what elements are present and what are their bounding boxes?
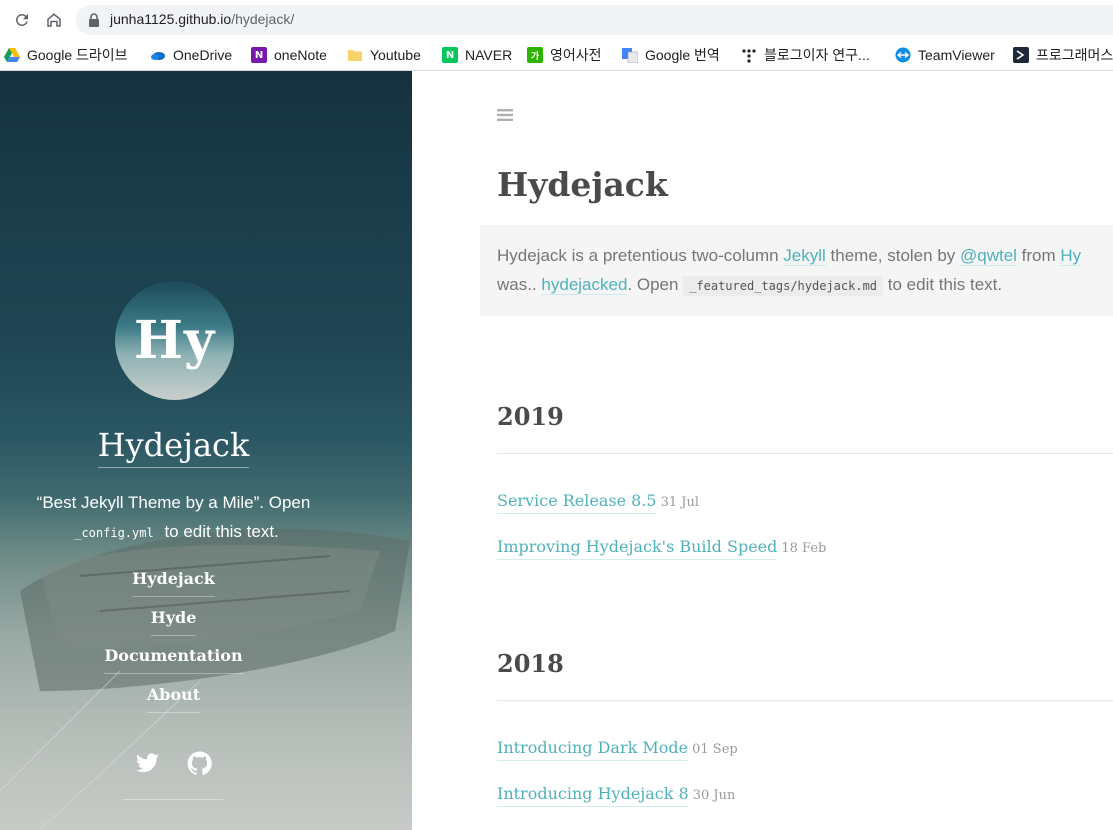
bookmark-label: OneDrive xyxy=(173,47,233,63)
bookmark-onedrive[interactable]: OneDrive xyxy=(150,44,232,66)
bookmark-naver[interactable]: N NAVER xyxy=(442,44,512,66)
bookmarks-bar: Google 드라이브 OneDrive N oneNote Youtube N… xyxy=(0,40,1113,71)
programmers-icon xyxy=(1013,47,1029,63)
bookmark-label: 프로그래머스 xyxy=(1036,47,1113,63)
dots-icon xyxy=(741,47,757,63)
bookmark-programmers[interactable]: 프로그래머스 xyxy=(1013,44,1113,66)
post-date: 30 Jun xyxy=(692,788,736,803)
year-divider xyxy=(497,453,1113,454)
dictionary-icon: 가 xyxy=(527,47,543,63)
post-date: 18 Feb xyxy=(781,541,827,556)
post-link[interactable]: Introducing Hydejack 8 xyxy=(497,784,689,807)
tagline-code: _config.yml xyxy=(74,526,154,540)
onenote-badge: N xyxy=(251,47,267,63)
bookmark-label: NAVER xyxy=(465,47,513,63)
bookmark-label: Youtube xyxy=(370,47,421,63)
naver-icon: N xyxy=(442,47,458,63)
lock-icon xyxy=(89,13,99,27)
bookmark-label: oneNote xyxy=(274,47,327,63)
post-link[interactable]: Service Release 8.5 xyxy=(497,491,657,514)
main-content: Hydejack Hydejack is a pretentious two-c… xyxy=(412,71,1113,830)
menu-icon[interactable] xyxy=(497,109,513,121)
bookmark-label: 블로그이자 연구... xyxy=(764,47,870,63)
year-heading-2019: 2019 xyxy=(497,402,564,431)
post-item: Introducing Hydejack 8 30 Jun xyxy=(497,784,736,807)
site-title[interactable]: Hydejack xyxy=(0,426,347,468)
tagline-text: “Best Jekyll Theme by a Mile”. Open xyxy=(36,493,311,512)
site-tagline: “Best Jekyll Theme by a Mile”. Open _con… xyxy=(20,488,327,548)
bookmark-teamviewer[interactable]: TeamViewer xyxy=(895,44,995,66)
address-bar[interactable]: junha1125.github.io/hydejack/ xyxy=(76,5,1113,35)
reload-icon[interactable] xyxy=(10,8,34,32)
bookmark-dictionary[interactable]: 가 영어사전 xyxy=(527,44,602,66)
bookmark-blog[interactable]: 블로그이자 연구... xyxy=(741,44,870,66)
bookmark-onenote[interactable]: N oneNote xyxy=(251,44,327,66)
teamviewer-icon xyxy=(895,47,911,63)
url-text: junha1125.github.io/hydejack/ xyxy=(110,11,294,27)
post-item: Introducing Dark Mode 01 Sep xyxy=(497,738,738,761)
message-code: _featured_tags/hydejack.md xyxy=(683,276,884,296)
link-hyde[interactable]: Hy xyxy=(1060,246,1082,266)
sidebar-nav: Hydejack Hyde Documentation About xyxy=(0,567,347,721)
url-path: /hydejack/ xyxy=(231,11,295,27)
link-hydejacked[interactable]: hydejacked xyxy=(541,275,628,295)
message-text: Hydejack is a pretentious two-column Jek… xyxy=(497,246,1082,296)
twitter-icon[interactable] xyxy=(135,751,160,776)
sidebar: Hy Hydejack “Best Jekyll Theme by a Mile… xyxy=(0,71,412,830)
link-qwtel[interactable]: @qwtel xyxy=(960,246,1017,266)
avatar-text: Hy xyxy=(133,310,216,371)
google-drive-icon xyxy=(4,47,20,63)
post-date: 31 Jul xyxy=(660,495,700,510)
folder-icon xyxy=(347,47,363,63)
sidebar-link-documentation[interactable]: Documentation xyxy=(0,644,347,683)
post-item: Service Release 8.5 31 Jul xyxy=(497,491,700,514)
post-link[interactable]: Introducing Dark Mode xyxy=(497,738,689,761)
year-heading-2018: 2018 xyxy=(497,649,564,678)
bookmark-label: Google 번역 xyxy=(645,47,720,63)
sidebar-link-about[interactable]: About xyxy=(0,683,347,722)
google-translate-icon xyxy=(622,47,638,63)
dictionary-badge: 가 xyxy=(527,47,543,63)
url-host: junha1125.github.io xyxy=(110,11,232,27)
avatar[interactable]: Hy xyxy=(115,281,234,400)
sidebar-link-hydejack[interactable]: Hydejack xyxy=(0,567,347,606)
sidebar-divider xyxy=(123,799,223,800)
naver-badge: N xyxy=(442,47,458,63)
post-link[interactable]: Improving Hydejack's Build Speed xyxy=(497,537,778,560)
bookmark-label: Google 드라이브 xyxy=(27,47,128,63)
bookmark-youtube[interactable]: Youtube xyxy=(347,44,421,66)
onenote-icon: N xyxy=(251,47,267,63)
home-icon[interactable] xyxy=(42,8,66,32)
github-icon[interactable] xyxy=(187,751,212,776)
tagline-text-2: to edit this text. xyxy=(164,522,279,541)
post-item: Improving Hydejack's Build Speed 18 Feb xyxy=(497,537,827,560)
bookmark-label: 영어사전 xyxy=(550,47,602,63)
social-links xyxy=(0,751,347,776)
link-jekyll[interactable]: Jekyll xyxy=(783,246,826,266)
year-divider xyxy=(497,700,1113,701)
bookmark-label: TeamViewer xyxy=(918,47,995,63)
post-date: 01 Sep xyxy=(692,742,738,757)
page-title: Hydejack xyxy=(497,165,668,204)
sidebar-link-hyde[interactable]: Hyde xyxy=(0,606,347,645)
onedrive-icon xyxy=(150,47,166,63)
bookmark-google-translate[interactable]: Google 번역 xyxy=(622,44,720,66)
bookmark-google-drive[interactable]: Google 드라이브 xyxy=(4,44,128,66)
browser-toolbar: junha1125.github.io/hydejack/ xyxy=(0,0,1113,40)
featured-message: Hydejack is a pretentious two-column Jek… xyxy=(480,225,1113,316)
